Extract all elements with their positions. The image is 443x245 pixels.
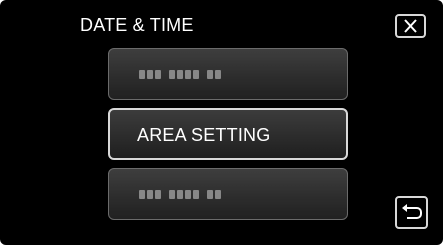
blurred-value-indicator — [139, 70, 221, 79]
camera-menu-screen: DATE & TIME AREA SETTING — [0, 0, 443, 245]
back-button[interactable] — [395, 196, 428, 229]
close-button[interactable] — [395, 14, 426, 38]
blurred-value-indicator — [139, 190, 221, 199]
area-setting-button[interactable]: AREA SETTING — [108, 108, 348, 160]
close-icon — [404, 19, 417, 33]
menu-item-label: AREA SETTING — [137, 125, 271, 145]
menu-item-blurred-2[interactable] — [108, 168, 348, 220]
return-icon — [402, 204, 422, 219]
page-title: DATE & TIME — [80, 15, 194, 35]
menu-item-blurred-1[interactable] — [108, 48, 348, 100]
